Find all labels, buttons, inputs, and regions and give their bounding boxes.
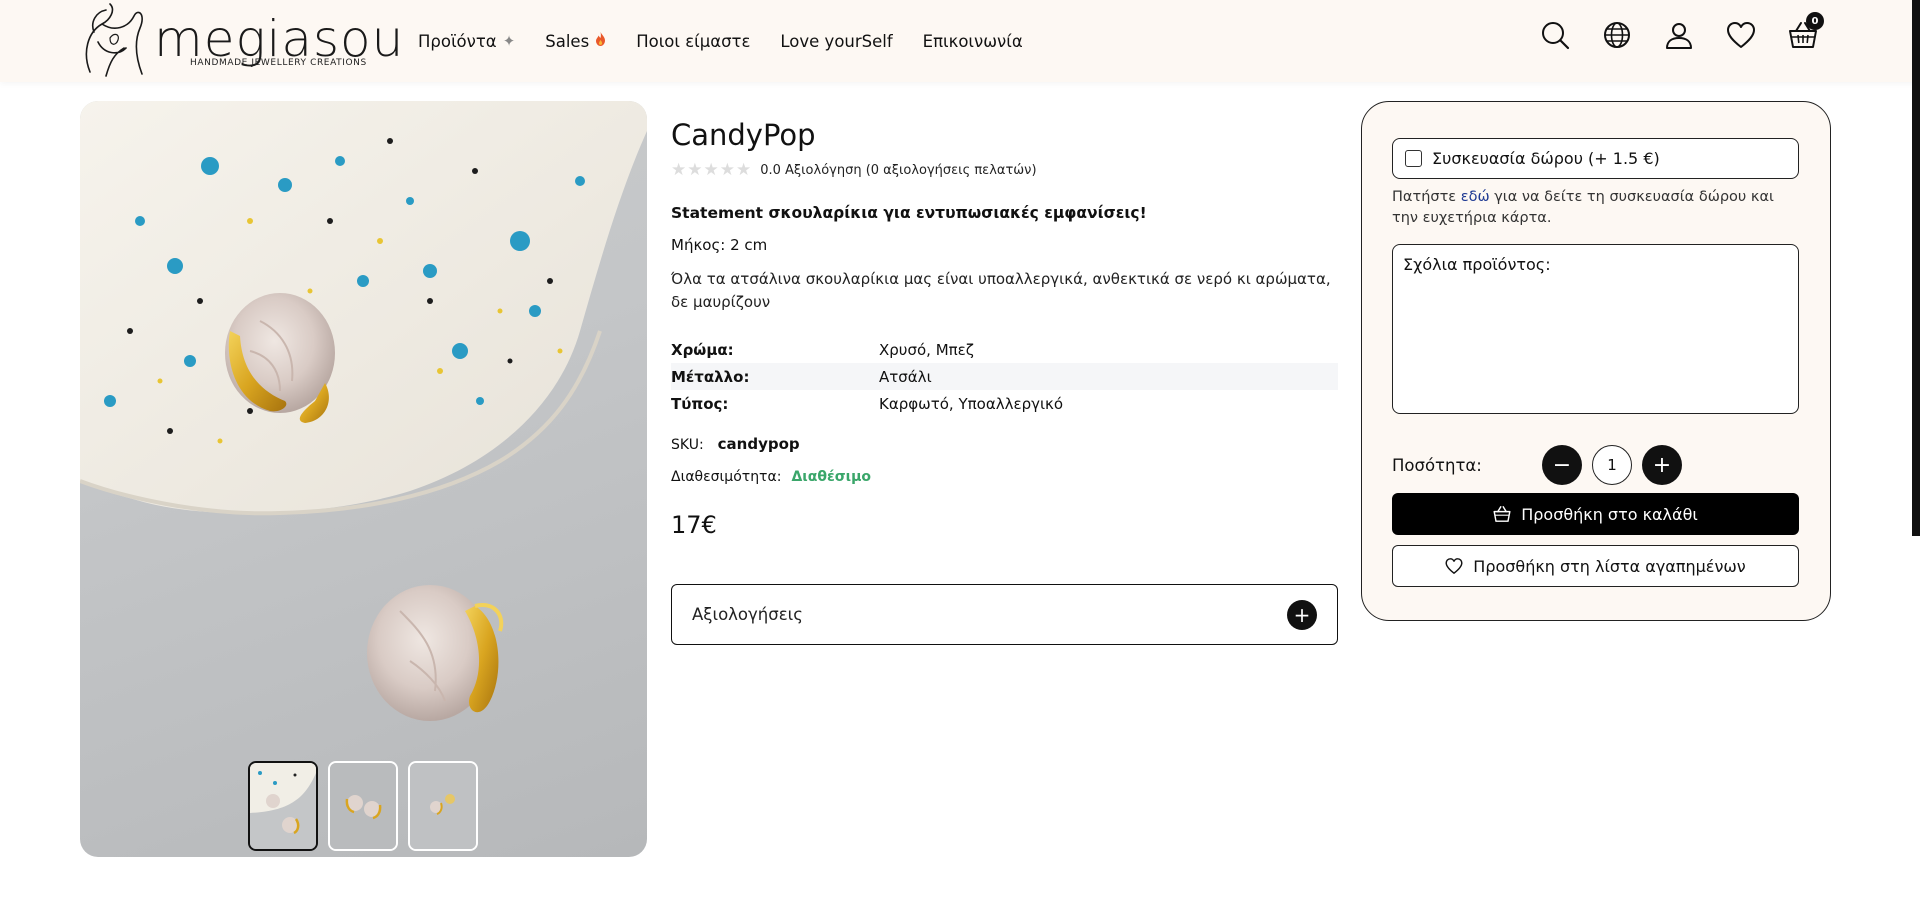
add-to-wishlist-button[interactable]: Προσθήκη στη λίστα αγαπημένων <box>1392 545 1799 587</box>
attribute-key: Χρώμα: <box>671 340 734 359</box>
product-sku: SKU: candypop <box>671 435 1338 453</box>
product-tagline: Statement σκουλαρίκια για εντυπωσιακές ε… <box>671 204 1147 222</box>
gift-wrap-checkbox[interactable] <box>1405 150 1422 167</box>
fire-icon <box>595 32 606 50</box>
gift-note-prefix: Πατήστε <box>1392 189 1461 205</box>
purchase-box: Συσκευασία δώρου (+ 1.5 €) Πατήστε εδώ γ… <box>1361 101 1831 621</box>
sku-value: candypop <box>717 435 800 453</box>
availability-value: Διαθέσιμο <box>791 469 872 485</box>
reviews-accordion[interactable]: Αξιολογήσεις + <box>671 584 1338 645</box>
nav-item-label: Love yourSelf <box>780 31 893 51</box>
star-rating-icon: ★★★★★ <box>671 160 753 180</box>
product-info: CandyPop ★★★★★ 0.0 Αξιολόγηση (0 αξιολογ… <box>671 118 1338 539</box>
nav-item-label: Ποιοι είμαστε <box>636 31 751 51</box>
site-header: megiasou HANDMADE JEWELLERY CREATIONS Πρ… <box>0 0 1920 82</box>
nav-item-contact[interactable]: Επικοινωνία <box>923 32 1023 51</box>
attribute-value: Καρφωτό, Υποαλλεργικό <box>879 394 1064 413</box>
main-nav: Προϊόντα ✦ Sales Ποιοι είμαστε Love your… <box>418 0 1023 82</box>
product-availability: Διαθεσιμότητα: Διαθέσιμο <box>671 469 1338 485</box>
product-attributes: Χρώμα: Χρυσό, Μπεζ Μέταλλο: Ατσάλι Τύπος… <box>671 336 1338 417</box>
heart-icon[interactable] <box>1726 20 1756 50</box>
page-scrollbar[interactable] <box>1912 0 1920 536</box>
quantity-value[interactable]: 1 <box>1592 445 1632 485</box>
sku-label: SKU: <box>671 437 704 453</box>
sparkle-icon: ✦ <box>502 32 516 50</box>
plus-icon[interactable]: + <box>1287 599 1317 630</box>
product-price: 17€ <box>671 511 717 539</box>
nav-item-label: Επικοινωνία <box>922 31 1023 51</box>
attribute-value: Ατσάλι <box>879 367 932 386</box>
attribute-row: Μέταλλο: Ατσάλι <box>671 363 1338 390</box>
cart-count-badge: 0 <box>1806 12 1824 30</box>
reviews-label: Αξιολογήσεις <box>692 605 803 624</box>
thumbnail-1[interactable] <box>248 761 318 851</box>
attribute-key: Μέταλλο: <box>671 367 750 386</box>
thumbnail-3[interactable] <box>408 761 478 851</box>
rating-text: 0.0 Αξιολόγηση (0 αξιολογήσεις πελατών) <box>760 162 1037 178</box>
add-to-cart-label: Προσθήκη στο καλάθι <box>1521 504 1698 524</box>
attribute-value: Χρυσό, Μπεζ <box>879 340 974 359</box>
increase-quantity-button[interactable]: + <box>1642 445 1682 485</box>
availability-label: Διαθεσιμότητα: <box>671 469 782 485</box>
nav-item-products[interactable]: Προϊόντα ✦ <box>418 32 515 51</box>
globe-icon[interactable] <box>1602 20 1632 50</box>
gift-wrap-option[interactable]: Συσκευασία δώρου (+ 1.5 €) <box>1392 138 1799 179</box>
thumbnail-strip <box>248 761 478 851</box>
nav-item-about[interactable]: Ποιοι είμαστε <box>636 32 750 51</box>
product-rating[interactable]: ★★★★★ 0.0 Αξιολόγηση (0 αξιολογήσεις πελ… <box>671 160 1338 180</box>
gift-wrap-note: Πατήστε εδώ για να δείτε τη συσκευασία δ… <box>1392 187 1792 229</box>
add-to-cart-button[interactable]: Προσθήκη στο καλάθι <box>1392 493 1799 535</box>
attribute-row: Χρώμα: Χρυσό, Μπεζ <box>671 336 1338 363</box>
search-icon[interactable] <box>1540 20 1570 50</box>
product-comments-field[interactable] <box>1392 244 1799 414</box>
attribute-key: Τύπος: <box>671 394 729 413</box>
brand-tagline: HANDMADE JEWELLERY CREATIONS <box>190 58 367 68</box>
product-length: Μήκος: 2 cm <box>671 236 768 254</box>
brand-logo[interactable]: megiasou HANDMADE JEWELLERY CREATIONS <box>80 2 403 80</box>
basket-icon[interactable]: 0 <box>1788 12 1824 50</box>
quantity-stepper: Ποσότητα: − 1 + <box>1392 444 1799 486</box>
add-to-wishlist-label: Προσθήκη στη λίστα αγαπημένων <box>1473 556 1746 576</box>
product-main-image <box>80 101 647 721</box>
nav-item-label: Sales <box>545 31 590 51</box>
quantity-label: Ποσότητα: <box>1392 455 1482 475</box>
basket-icon <box>1493 506 1511 522</box>
header-icon-bar: 0 <box>1540 12 1824 50</box>
nav-item-sales[interactable]: Sales <box>545 32 606 51</box>
thumbnail-2[interactable] <box>328 761 398 851</box>
gift-wrap-label: Συσκευασία δώρου (+ 1.5 €) <box>1432 149 1660 168</box>
gift-note-link[interactable]: εδώ <box>1461 189 1490 205</box>
heart-icon <box>1445 558 1463 574</box>
nav-item-label: Προϊόντα <box>418 31 497 51</box>
product-image-gallery[interactable] <box>80 101 647 857</box>
decrease-quantity-button[interactable]: − <box>1542 445 1582 485</box>
nav-item-love-yourself[interactable]: Love yourSelf <box>780 32 892 51</box>
product-title: CandyPop <box>671 118 816 152</box>
product-description: Όλα τα ατσάλινα σκουλαρίκια μας είναι υπ… <box>671 270 1331 311</box>
logo-figure-icon <box>85 3 143 77</box>
user-icon[interactable] <box>1664 20 1694 50</box>
attribute-row: Τύπος: Καρφωτό, Υποαλλεργικό <box>671 390 1338 417</box>
